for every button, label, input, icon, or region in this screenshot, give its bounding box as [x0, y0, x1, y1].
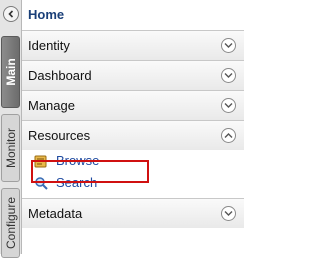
browse-highlight-box	[31, 160, 149, 183]
chevron-down-icon[interactable]	[221, 38, 236, 53]
section-identity-label: Identity	[28, 38, 70, 53]
chevron-down-icon[interactable]	[221, 68, 236, 83]
navigation-panel: Home Identity Dashboard Manage Resources…	[22, 0, 244, 254]
collapse-panel-button[interactable]	[3, 6, 19, 22]
section-dashboard[interactable]: Dashboard	[22, 60, 244, 90]
section-metadata[interactable]: Metadata	[22, 198, 244, 228]
section-manage-label: Manage	[28, 98, 75, 113]
tab-monitor-label: Monitor	[3, 127, 18, 169]
tab-main-label: Main	[3, 58, 18, 86]
section-resources[interactable]: Resources	[22, 120, 244, 150]
section-manage[interactable]: Manage	[22, 90, 244, 120]
chevron-down-icon[interactable]	[221, 206, 236, 221]
chevron-left-icon	[8, 10, 14, 18]
section-dashboard-label: Dashboard	[28, 68, 92, 83]
tab-configure[interactable]: Configure	[1, 188, 20, 258]
tab-monitor[interactable]: Monitor	[1, 114, 20, 182]
left-tab-strip: Main Monitor Configure	[0, 0, 22, 258]
chevron-up-icon[interactable]	[221, 128, 236, 143]
tab-main[interactable]: Main	[1, 36, 20, 108]
section-identity[interactable]: Identity	[22, 30, 244, 60]
chevron-down-icon[interactable]	[221, 98, 236, 113]
section-resources-label: Resources	[28, 128, 91, 143]
home-link[interactable]: Home	[22, 0, 244, 30]
section-metadata-label: Metadata	[28, 206, 83, 221]
tab-configure-label: Configure	[3, 196, 18, 250]
